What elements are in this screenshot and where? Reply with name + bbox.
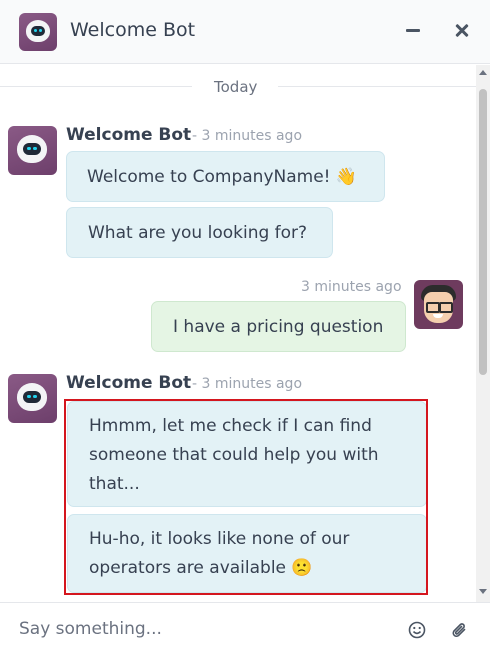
message-bubble: I have a pricing question [151, 301, 406, 352]
message-composer [0, 602, 490, 655]
separator-line [278, 86, 476, 87]
user-avatar-icon[interactable] [414, 280, 463, 329]
bot-avatar-icon[interactable] [8, 126, 57, 175]
scrollbar-thumb[interactable] [479, 89, 487, 375]
message-thread[interactable]: Today Welcome Bot - 3 minutes ago Welcom… [0, 65, 476, 602]
separator-line [0, 86, 192, 87]
close-icon[interactable] [450, 18, 474, 42]
chat-title: Welcome Bot [70, 19, 196, 41]
day-label: Today [214, 78, 258, 96]
chat-header: Welcome Bot [0, 0, 490, 64]
highlight-frame [64, 399, 428, 595]
scroll-up-icon[interactable] [479, 70, 487, 75]
message-timestamp: - 3 minutes ago [192, 128, 303, 144]
day-separator: Today [0, 77, 476, 97]
message-author[interactable]: Welcome Bot [66, 125, 191, 145]
bot-avatar-icon [19, 13, 57, 51]
message-bubble: Welcome to CompanyName! 👋 [66, 151, 385, 202]
paperclip-icon[interactable] [449, 619, 471, 641]
scroll-down-icon[interactable] [479, 589, 487, 594]
thread-scrollbar[interactable] [476, 65, 490, 602]
message-timestamp: - 3 minutes ago [192, 376, 303, 392]
smiley-icon[interactable] [406, 619, 428, 641]
message-author[interactable]: Welcome Bot [66, 373, 191, 393]
bot-avatar-icon[interactable] [8, 374, 57, 423]
message-bubble: What are you looking for? [66, 207, 333, 258]
message-timestamp: 3 minutes ago [301, 279, 402, 295]
message-input[interactable] [0, 603, 380, 655]
minimize-icon[interactable] [401, 18, 425, 42]
